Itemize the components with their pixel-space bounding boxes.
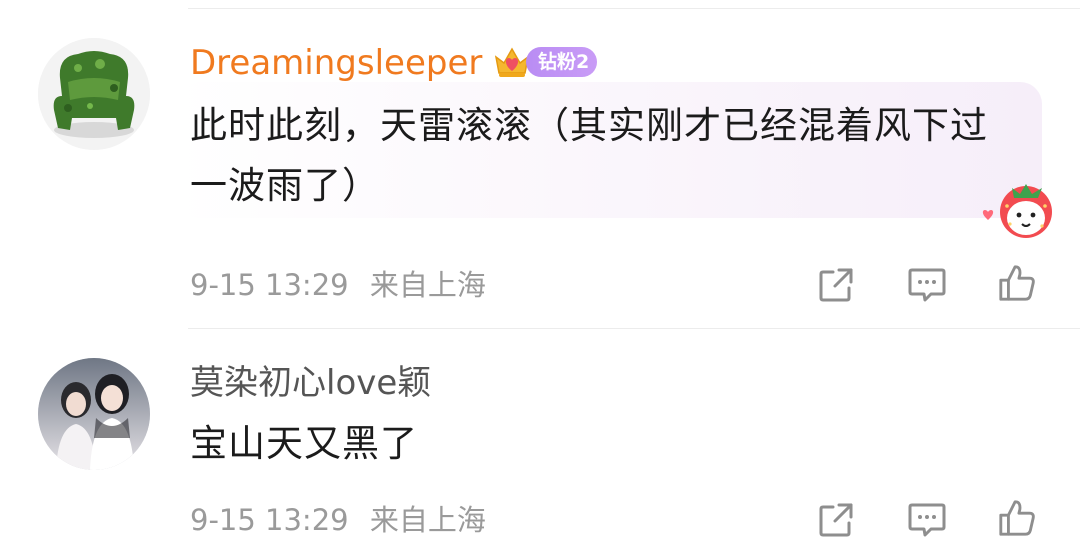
- share-button[interactable]: [816, 265, 856, 305]
- comment-meta: 9-15 13:29 来自上海: [190, 503, 486, 537]
- like-button[interactable]: [997, 498, 1037, 538]
- grass-armchair-avatar: [38, 38, 150, 150]
- comment-icon: [908, 268, 946, 302]
- comment-meta: 9-15 13:29 来自上海: [190, 268, 486, 302]
- fan-badge-label: 钻粉2: [526, 47, 598, 77]
- two-girls-avatar: [38, 358, 150, 470]
- comment-item: Dreamingsleeper 钻粉2 此时此刻，天雷滚滚（其实刚才已经混着风下…: [0, 0, 1080, 330]
- comment-location: 来自上海: [369, 268, 486, 302]
- thumbs-up-icon: [999, 265, 1035, 301]
- comment-time: 9-15 13:29: [190, 503, 349, 537]
- comment-time: 9-15 13:29: [190, 268, 349, 302]
- comment-text-line: 宝山天又黑了: [190, 422, 418, 465]
- avatar[interactable]: [38, 38, 150, 150]
- comment-text-line: 一波雨了）: [190, 164, 380, 207]
- reply-button[interactable]: [907, 500, 947, 540]
- share-icon: [819, 503, 853, 537]
- share-icon: [819, 268, 853, 302]
- comment-divider: [188, 328, 1080, 329]
- reply-button[interactable]: [907, 265, 947, 305]
- comment-text-line: 此时此刻，天雷滚滚（其实刚才已经混着风下过: [190, 104, 988, 147]
- comment-icon: [908, 503, 946, 537]
- like-button[interactable]: [997, 263, 1037, 303]
- fan-badge[interactable]: 钻粉2: [492, 43, 598, 81]
- comment-item: 莫染初心love颖 宝山天又黑了 9-15 13:29 来自上海: [0, 330, 1080, 555]
- thumbs-up-icon: [999, 500, 1035, 536]
- username[interactable]: 莫染初心love颖: [190, 363, 431, 403]
- avatar[interactable]: [38, 358, 150, 470]
- comment-location: 来自上海: [369, 503, 486, 537]
- strawberry-face-sticker: [982, 184, 1052, 238]
- share-button[interactable]: [816, 500, 856, 540]
- username[interactable]: Dreamingsleeper: [190, 43, 482, 83]
